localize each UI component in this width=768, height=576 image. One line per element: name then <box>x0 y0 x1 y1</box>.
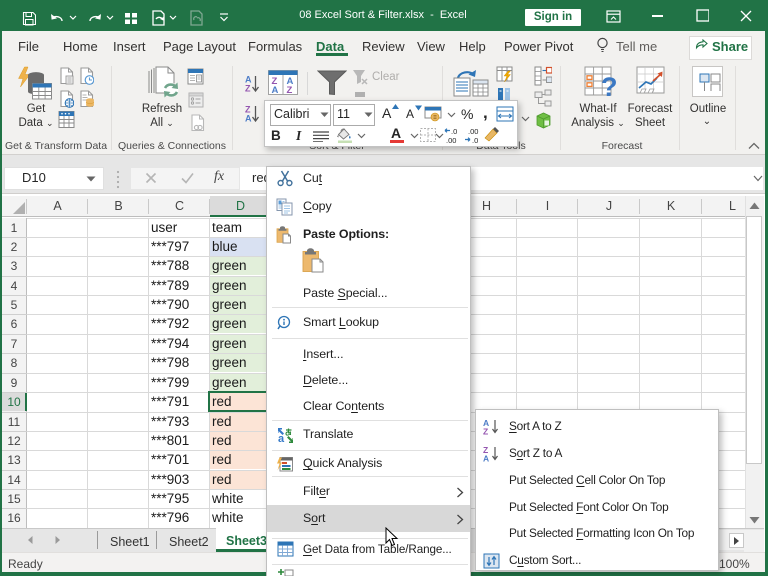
svg-text:A: A <box>272 85 279 95</box>
svg-text:.0: .0 <box>451 127 457 136</box>
svg-text:a: a <box>278 433 285 444</box>
svg-text:?: ? <box>601 72 618 97</box>
svg-text:Z: Z <box>483 427 488 436</box>
svg-text:.00: .00 <box>468 127 478 136</box>
svg-text:Z: Z <box>245 84 251 94</box>
svg-text:.00: .00 <box>446 136 456 144</box>
svg-text:.0: .0 <box>472 136 478 144</box>
svg-text:A: A <box>483 454 489 463</box>
svg-text:Z: Z <box>287 85 293 95</box>
svg-text:A: A <box>245 114 252 124</box>
